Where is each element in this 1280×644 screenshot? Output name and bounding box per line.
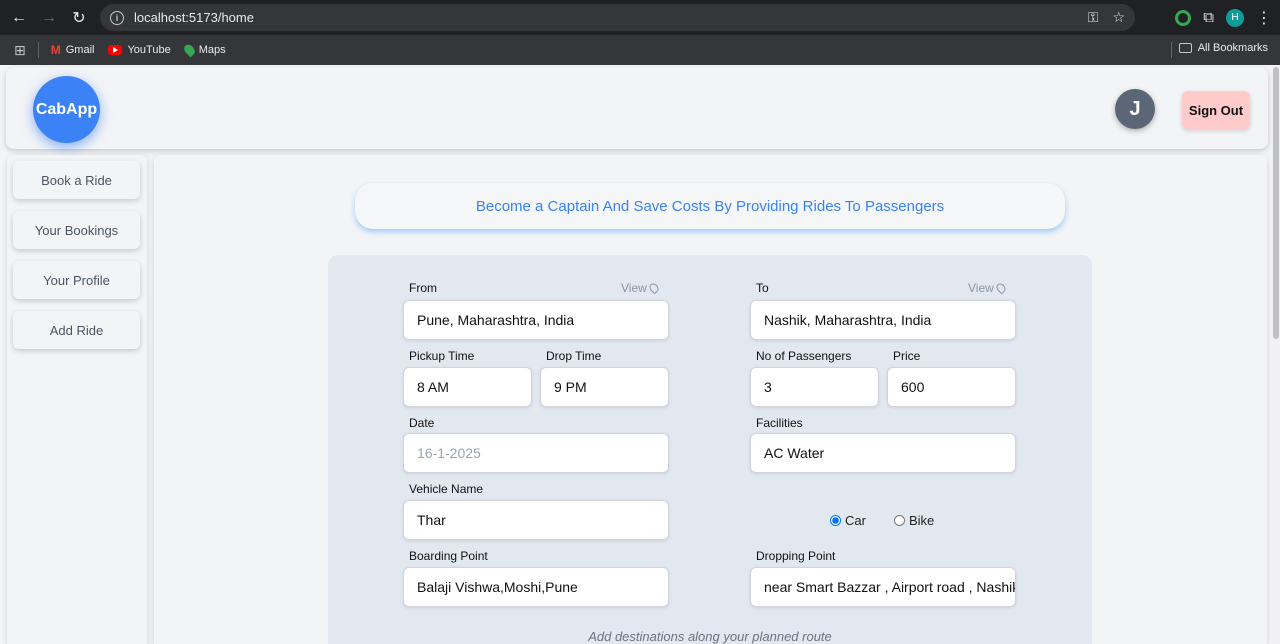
to-input[interactable] xyxy=(750,300,1016,340)
page-scrollbar[interactable] xyxy=(1272,65,1280,644)
forward-icon[interactable]: → xyxy=(34,3,64,33)
all-bookmarks-label: All Bookmarks xyxy=(1197,42,1268,54)
menu-icon[interactable]: ⋮ xyxy=(1256,8,1272,28)
scrollbar-thumb[interactable] xyxy=(1273,67,1279,339)
bookmark-youtube[interactable]: YouTube xyxy=(108,44,171,56)
profile-avatar[interactable]: H xyxy=(1226,8,1244,27)
date-input[interactable] xyxy=(403,433,669,473)
to-view-link[interactable]: View xyxy=(968,281,1008,295)
extensions-puzzle-icon[interactable]: ⧉ xyxy=(1203,9,1214,26)
main-content: Become a Captain And Save Costs By Provi… xyxy=(154,155,1267,644)
drop-time-input[interactable] xyxy=(540,367,669,407)
star-icon[interactable]: ☆ xyxy=(1112,9,1125,26)
from-view-link[interactable]: View xyxy=(621,281,661,295)
dropping-point-input[interactable] xyxy=(750,567,1016,607)
pickup-time-label: Pickup Time xyxy=(409,349,475,363)
dropping-point-label: Dropping Point xyxy=(756,549,836,563)
sidebar-item-book-a-ride[interactable]: Book a Ride xyxy=(13,161,140,199)
bookmark-label: Gmail xyxy=(65,44,95,56)
reload-icon[interactable]: ↻ xyxy=(64,3,94,33)
bike-radio[interactable] xyxy=(894,515,905,526)
facilities-input[interactable] xyxy=(750,433,1016,473)
passengers-label: No of Passengers xyxy=(756,349,852,363)
bike-radio-label: Bike xyxy=(909,513,935,528)
facilities-label: Facilities xyxy=(756,416,803,430)
from-input[interactable] xyxy=(403,300,669,340)
apps-grid-icon[interactable]: ⊞ xyxy=(14,42,26,59)
vehicle-name-input[interactable] xyxy=(403,500,669,540)
passengers-input[interactable] xyxy=(750,367,879,407)
route-hint: Add destinations along your planned rout… xyxy=(588,629,832,644)
url-text[interactable]: localhost:5173/home xyxy=(134,10,254,25)
price-input[interactable] xyxy=(887,367,1016,407)
password-key-icon[interactable]: ⚿ xyxy=(1088,9,1099,26)
app-header: CabApp J Sign Out xyxy=(6,67,1268,149)
car-radio[interactable] xyxy=(830,515,841,526)
folder-icon xyxy=(1178,43,1192,53)
sidebar-item-your-profile[interactable]: Your Profile xyxy=(13,261,140,299)
app-logo[interactable]: CabApp xyxy=(33,76,100,143)
boarding-point-label: Boarding Point xyxy=(409,549,488,563)
drop-time-label: Drop Time xyxy=(546,349,602,363)
boarding-point-input[interactable] xyxy=(403,567,669,607)
view-label: View xyxy=(968,281,994,295)
maps-icon xyxy=(181,42,197,58)
vehicle-type-car[interactable]: Car xyxy=(830,513,866,528)
captain-banner: Become a Captain And Save Costs By Provi… xyxy=(355,183,1065,229)
site-info-icon[interactable]: i xyxy=(110,10,124,25)
divider xyxy=(1171,42,1172,58)
sidebar: Book a Ride Your Bookings Your Profile A… xyxy=(7,155,147,644)
from-label: From xyxy=(409,281,437,295)
bookmark-label: YouTube xyxy=(127,44,171,56)
pickup-time-input[interactable] xyxy=(403,367,532,407)
app-viewport: CabApp J Sign Out Book a Ride Your Booki… xyxy=(0,65,1272,644)
extension-icon[interactable] xyxy=(1175,9,1192,26)
address-bar[interactable]: i localhost:5173/home ⚿ ☆ xyxy=(100,4,1135,31)
price-label: Price xyxy=(893,349,921,363)
date-label: Date xyxy=(409,416,435,430)
to-label: To xyxy=(756,281,769,295)
vehicle-type-bike[interactable]: Bike xyxy=(894,513,934,528)
vehicle-name-label: Vehicle Name xyxy=(409,482,484,496)
location-pin-icon xyxy=(994,281,1008,295)
bookmark-gmail[interactable]: M Gmail xyxy=(51,43,95,57)
youtube-icon xyxy=(108,45,123,55)
bookmark-label: Maps xyxy=(198,44,226,56)
divider xyxy=(37,42,39,58)
user-avatar[interactable]: J xyxy=(1115,89,1155,129)
sidebar-item-add-ride[interactable]: Add Ride xyxy=(13,311,140,349)
bookmarks-bar: ⊞ M Gmail YouTube Maps All Bookmarks xyxy=(0,35,1280,65)
browser-toolbar: ← → ↻ i localhost:5173/home ⚿ ☆ ⧉ H ⋮ xyxy=(0,0,1280,35)
car-radio-label: Car xyxy=(845,513,866,528)
view-label: View xyxy=(621,281,647,295)
back-icon[interactable]: ← xyxy=(4,3,34,33)
add-ride-form: From View To View Pickup Time Drop Time … xyxy=(328,255,1092,644)
sidebar-item-your-bookings[interactable]: Your Bookings xyxy=(13,211,140,249)
bookmark-maps[interactable]: Maps xyxy=(181,42,226,58)
gmail-icon: M xyxy=(50,43,61,57)
location-pin-icon xyxy=(647,281,661,295)
sign-out-button[interactable]: Sign Out xyxy=(1182,91,1250,129)
all-bookmarks[interactable]: All Bookmarks xyxy=(1178,42,1268,54)
